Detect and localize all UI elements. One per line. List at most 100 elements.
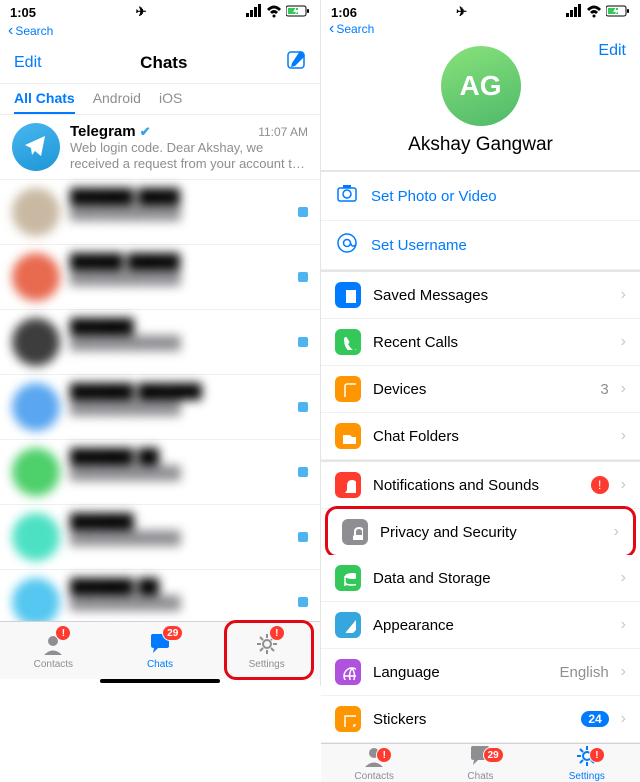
chevron-left-icon: ‹: [8, 22, 13, 40]
tab-all-chats[interactable]: All Chats: [14, 90, 75, 114]
chat-name: Telegram ✔︎: [70, 123, 151, 140]
verified-icon: ✔︎: [140, 124, 151, 139]
tabbar-contacts[interactable]: ! Contacts: [0, 622, 107, 679]
settings-row-chat-folders[interactable]: Chat Folders ›: [321, 413, 640, 460]
chat-row[interactable]: ██████████████████: [0, 505, 320, 570]
chats-label: Chats: [147, 659, 173, 670]
tab-ios[interactable]: iOS: [159, 90, 182, 114]
chat-preview: Web login code. Dear Akshay, we received…: [70, 140, 308, 171]
unread-indicator: [298, 597, 308, 607]
row-label: Chat Folders: [373, 428, 459, 445]
contacts-badge: !: [55, 625, 71, 641]
chat-name: ██████: [70, 513, 134, 530]
row-value: 3: [600, 381, 608, 398]
settings-row-devices[interactable]: Devices 3 ›: [321, 366, 640, 413]
status-bar: 1:06 ✈︎: [321, 0, 640, 20]
row-label: Privacy and Security: [380, 524, 517, 541]
chat-preview: ████████████: [70, 205, 284, 221]
row-value: English: [559, 664, 608, 681]
chat-avatar: [12, 318, 60, 366]
bookmark-icon: [335, 282, 361, 308]
unread-indicator: [298, 337, 308, 347]
chat-name: █████ █████: [70, 253, 180, 270]
unread-indicator: [298, 532, 308, 542]
status-time: 1:05: [10, 5, 36, 20]
chat-name: ██████ ████: [70, 188, 180, 205]
chevron-right-icon: ›: [621, 333, 626, 351]
chevron-right-icon: ›: [621, 286, 626, 304]
chat-preview: ████████████: [70, 465, 284, 481]
settings-row-saved-messages[interactable]: Saved Messages›: [321, 272, 640, 319]
settings-row-recent-calls[interactable]: Recent Calls›: [321, 319, 640, 366]
wifi-icon: [586, 4, 602, 21]
chat-avatar: [12, 578, 60, 621]
settings-group-2: Notifications and Sounds!›Privacy and Se…: [321, 462, 640, 743]
chat-row[interactable]: ██████ ██████████████: [0, 440, 320, 505]
profile-avatar[interactable]: AG: [441, 46, 521, 126]
tabbar-chats[interactable]: 29 Chats: [107, 622, 214, 679]
back-search[interactable]: ‹ Search: [321, 20, 640, 38]
chat-row[interactable]: █████ █████████████████: [0, 245, 320, 310]
set-username-row[interactable]: Set Username: [321, 221, 640, 270]
settings-label: Settings: [569, 771, 605, 782]
chevron-right-icon: ›: [621, 663, 626, 681]
settings-row-data-and-storage[interactable]: Data and Storage›: [321, 555, 640, 602]
chat-row[interactable]: ██████ ██████████████████: [0, 375, 320, 440]
phone-icon: [335, 329, 361, 355]
tab-android[interactable]: Android: [93, 90, 141, 114]
chat-content: █████ █████████████████: [70, 253, 284, 301]
bell-icon: [335, 472, 361, 498]
chats-badge: 29: [162, 625, 183, 641]
chat-row[interactable]: ██████ ██████████████: [0, 570, 320, 621]
chat-preview: ████████████: [70, 530, 284, 546]
chevron-right-icon: ›: [621, 380, 626, 398]
edit-button[interactable]: Edit: [598, 42, 626, 60]
data-icon: [335, 565, 361, 591]
sticker-icon: [335, 706, 361, 732]
chat-row[interactable]: ██████ ████████████████: [0, 180, 320, 245]
home-indicator: [100, 679, 220, 683]
row-pill: 24: [581, 711, 608, 727]
chat-content: ██████████████████: [70, 318, 284, 366]
unread-indicator: [298, 402, 308, 412]
at-icon: [335, 231, 359, 259]
battery-icon: [606, 4, 630, 21]
set-photo-row[interactable]: Set Photo or Video: [321, 172, 640, 221]
settings-label: Settings: [249, 659, 285, 670]
unread-indicator: [298, 467, 308, 477]
settings-row-stickers[interactable]: Stickers24›: [321, 696, 640, 743]
back-search[interactable]: ‹ Search: [0, 20, 320, 42]
tabbar-settings[interactable]: ! Settings: [534, 744, 640, 782]
contacts-label: Contacts: [34, 659, 73, 670]
unread-indicator: [298, 272, 308, 282]
chat-avatar: [12, 188, 60, 236]
chat-row[interactable]: Telegram ✔︎11:07 AMWeb login code. Dear …: [0, 115, 320, 180]
row-label: Data and Storage: [373, 570, 491, 587]
edit-button[interactable]: Edit: [14, 54, 42, 72]
chat-row[interactable]: ██████████████████: [0, 310, 320, 375]
chat-content: ██████ ██████████████: [70, 448, 284, 496]
settings-row-privacy-and-security[interactable]: Privacy and Security›: [325, 506, 636, 558]
chat-name: ██████ ██████: [70, 383, 202, 400]
set-photo-label: Set Photo or Video: [371, 188, 497, 205]
tabbar-settings[interactable]: ! Settings: [213, 622, 320, 679]
tabbar-chats[interactable]: 29 Chats: [427, 744, 533, 782]
tabbar-contacts[interactable]: ! Contacts: [321, 744, 427, 782]
location-icon: ✈︎: [456, 4, 467, 20]
settings-row-appearance[interactable]: Appearance›: [321, 602, 640, 649]
chevron-left-icon: ‹: [329, 20, 334, 38]
wifi-icon: [266, 4, 282, 21]
row-label: Devices: [373, 381, 426, 398]
chevron-right-icon: ›: [621, 427, 626, 445]
settings-row-notifications-and-sounds[interactable]: Notifications and Sounds!›: [321, 462, 640, 509]
settings-row-language[interactable]: LanguageEnglish›: [321, 649, 640, 696]
chat-name: ██████ ██: [70, 448, 159, 465]
compose-button[interactable]: [286, 50, 306, 75]
chat-list[interactable]: Telegram ✔︎11:07 AMWeb login code. Dear …: [0, 115, 320, 621]
chevron-right-icon: ›: [621, 616, 626, 634]
chat-avatar: [12, 123, 60, 171]
signal-icon: [246, 4, 262, 20]
battery-icon: [286, 4, 310, 21]
chat-content: ██████ ████████████████: [70, 188, 284, 236]
chat-name: ██████ ██: [70, 578, 159, 595]
